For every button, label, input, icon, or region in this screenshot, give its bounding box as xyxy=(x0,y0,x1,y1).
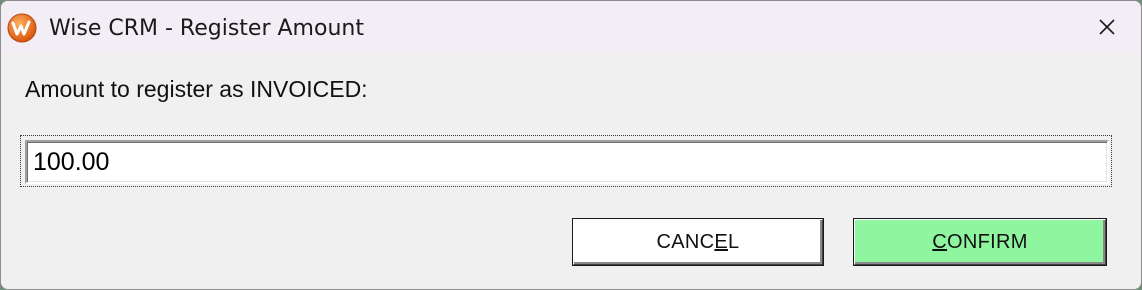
cancel-button[interactable]: CANC E L xyxy=(572,218,824,266)
register-amount-dialog: Wise CRM - Register Amount Amount to reg… xyxy=(0,0,1142,290)
confirm-button[interactable]: C ONFIRM xyxy=(853,218,1107,266)
title-bar[interactable]: Wise CRM - Register Amount xyxy=(1,1,1141,54)
amount-input[interactable] xyxy=(25,140,1109,184)
cancel-accelerator-key: E xyxy=(714,230,729,253)
amount-prompt-label: Amount to register as INVOICED: xyxy=(25,76,368,102)
wise-crm-logo-icon xyxy=(7,13,37,43)
window-title: Wise CRM - Register Amount xyxy=(49,16,364,41)
cancel-label-start: CANC xyxy=(656,230,715,253)
confirm-label-end: ONFIRM xyxy=(947,230,1028,253)
confirm-accelerator-key: C xyxy=(932,230,948,253)
cancel-label-end: L xyxy=(728,230,740,253)
close-icon[interactable] xyxy=(1085,7,1129,47)
